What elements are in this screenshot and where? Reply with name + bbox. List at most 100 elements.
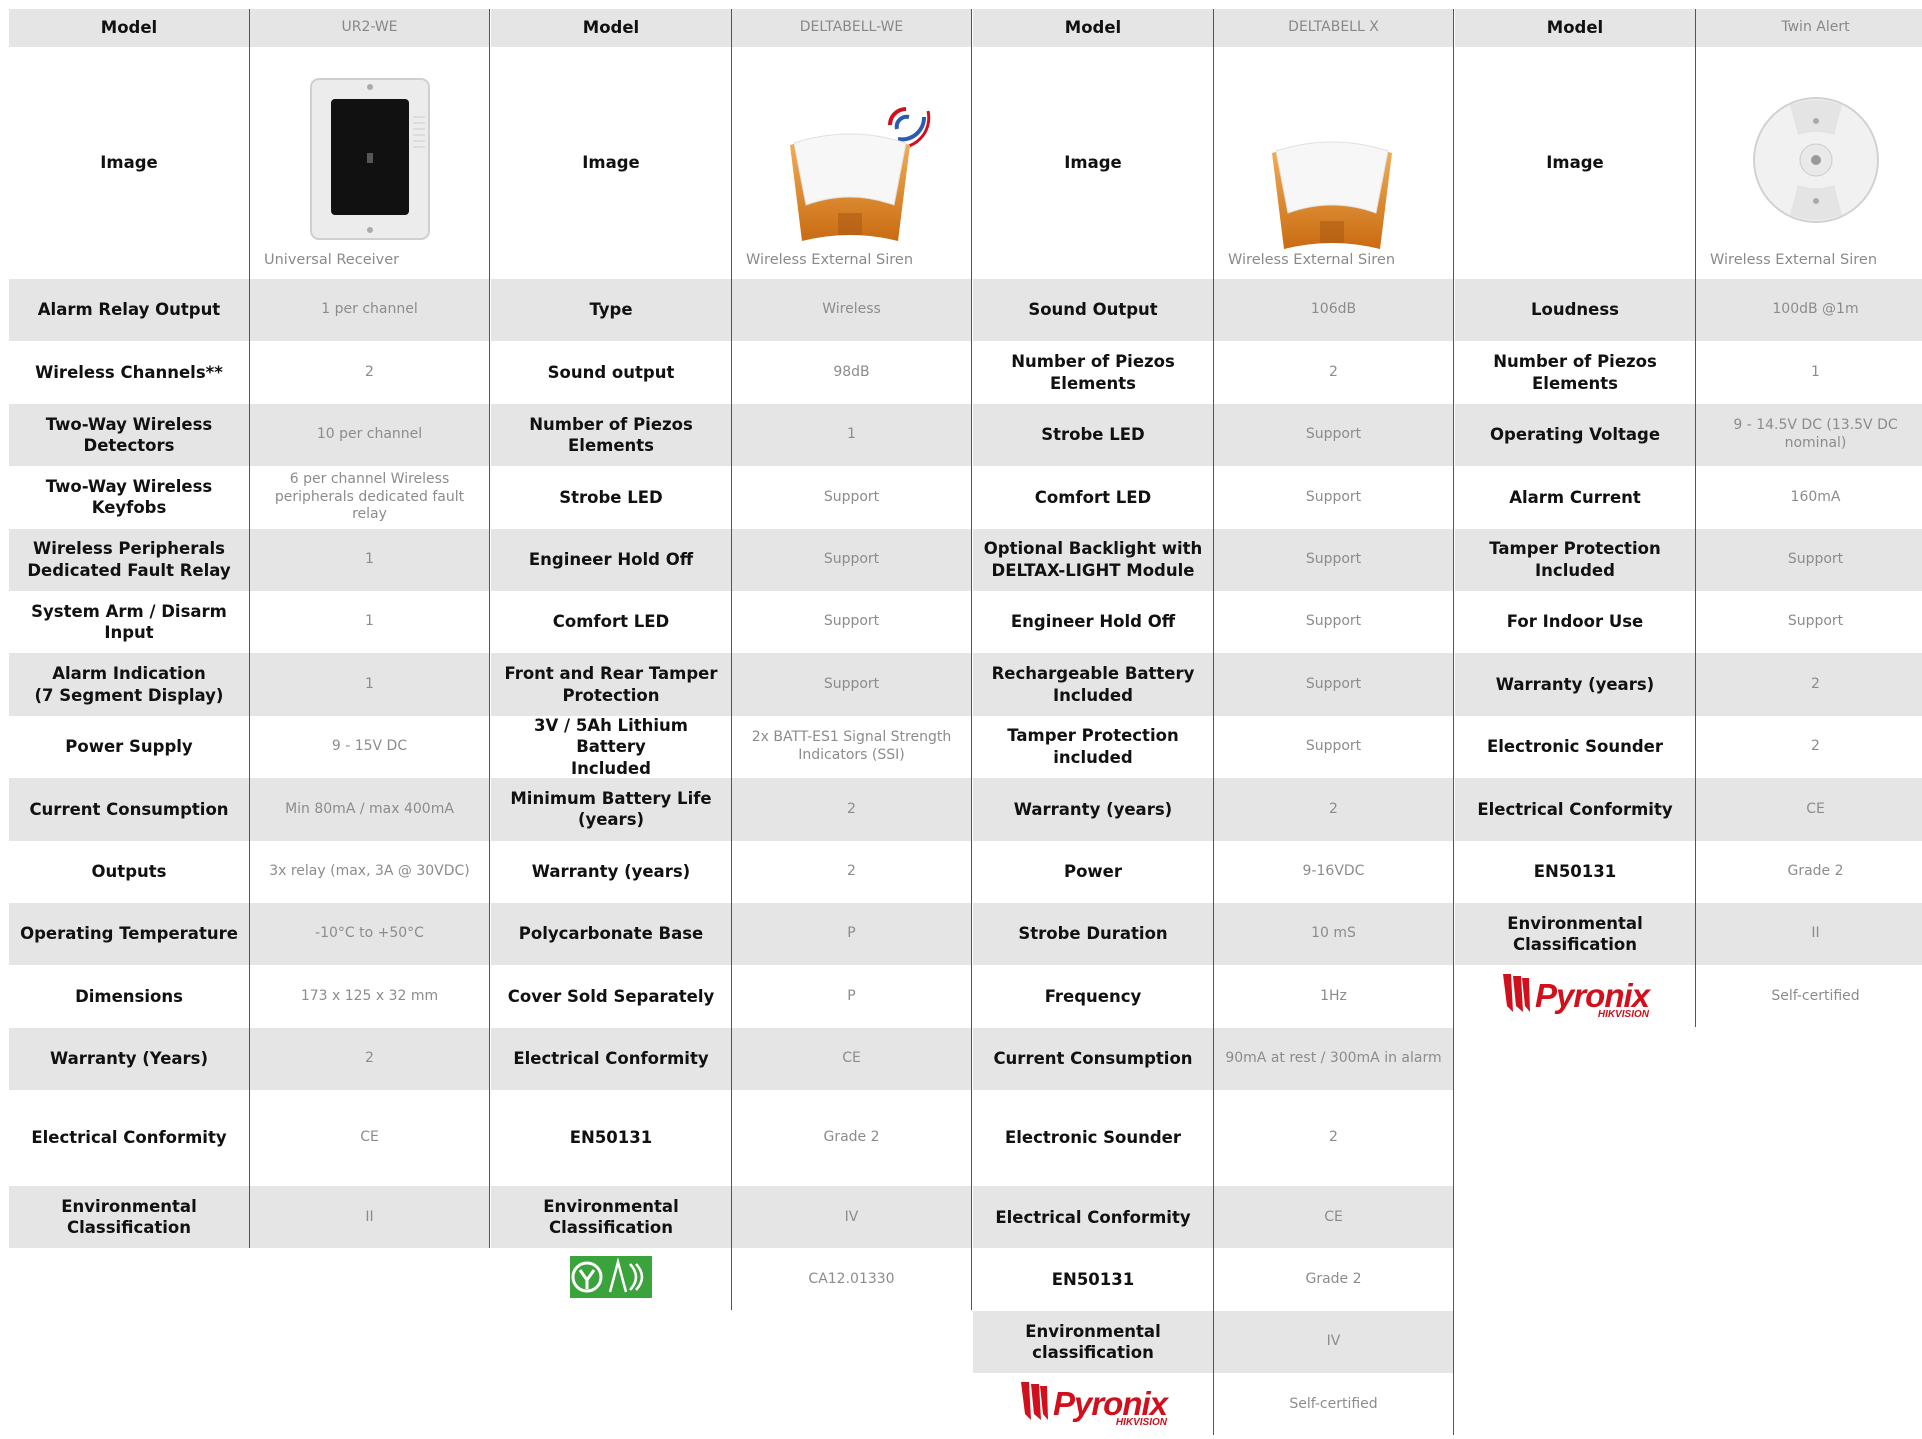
spec-row: Environmental classification IV [973, 1310, 1454, 1374]
receiver-panel-icon [309, 77, 431, 247]
image-label: Image [1455, 47, 1696, 279]
model-row: Model DELTABELL-WE [491, 9, 972, 47]
spec-label: Rechargeable Battery Included [973, 653, 1214, 716]
pyronix-sub: HIKVISION [1597, 1009, 1650, 1021]
spec-value: -10°C to +50°C [250, 902, 490, 966]
pyronix-logo: Pyronix HIKVISION [1019, 1380, 1168, 1428]
spec-label: Warranty (Years) [9, 1027, 250, 1091]
spec-value: Support [732, 653, 972, 716]
spec-value: 2x BATT-ES1 Signal Strength Indicators (S… [732, 715, 972, 779]
spec-value: Min 80mA / max 400mA [250, 778, 490, 841]
spec-row: Pyronix HIKVISION Self-certified [1455, 965, 1922, 1028]
model-name: DELTABELL X [1214, 9, 1454, 47]
pyronix-name: Pyronix [1534, 976, 1650, 1014]
spec-value: P [732, 965, 972, 1028]
spec-label: Electrical Conformity [1455, 778, 1696, 841]
spec-value: 9-16VDC [1214, 840, 1454, 903]
spec-label: Two-Way Wireless Keyfobs [9, 466, 250, 529]
spec-value: CE [1214, 1186, 1454, 1249]
image-caption: Universal Receiver [264, 251, 400, 268]
spec-table-1: Model DELTABELL-WE Image Wireless External … [491, 9, 972, 1311]
spec-label: EN50131 [973, 1248, 1214, 1311]
spec-row: Electronic Sounder 2 [973, 1090, 1454, 1187]
spec-row: Operating Voltage 9 - 14.5V DC (13.5V DC … [1455, 403, 1922, 467]
spec-row: Wireless Channels** 2 [9, 341, 490, 404]
product-image: Wireless External Siren [1696, 47, 1922, 279]
spec-row: 3V / 5Ah Lithium Battery Included 2x BATT-… [491, 715, 972, 779]
spec-value: Grade 2 [732, 1090, 972, 1187]
spec-value: 173 x 125 x 32 mm [250, 965, 490, 1028]
spec-value: 106dB [1214, 279, 1454, 342]
spec-label: Strobe LED [491, 466, 732, 529]
spec-row: EN50131 Grade 2 [491, 1090, 972, 1187]
spec-value: 3x relay (max, 3A @ 30VDC) [250, 840, 490, 903]
spec-value: Support [1696, 529, 1922, 591]
model-label: Model [1455, 9, 1696, 47]
spec-value: Self-certified [1214, 1373, 1454, 1436]
spec-row: Strobe LED Support [973, 403, 1454, 467]
spec-value: Grade 2 [1214, 1248, 1454, 1311]
model-name: UR2-WE [250, 9, 490, 47]
spec-label: Strobe LED [973, 403, 1214, 467]
deltabell-siren-wireless-icon [772, 105, 932, 251]
spec-row: Alarm Indication (7 Segment Display) 1 [9, 653, 490, 716]
spec-row: Strobe Duration 10 mS [973, 902, 1454, 966]
spec-row: Front and Rear Tamper Protection Support [491, 653, 972, 716]
spec-label: Environmental Classification [9, 1186, 250, 1249]
spec-label: Sound Output [973, 279, 1214, 342]
spec-value: CE [250, 1090, 490, 1187]
spec-label: Comfort LED [973, 466, 1214, 529]
spec-row: Type Wireless [491, 279, 972, 342]
spec-row: For Indoor Use Support [1455, 590, 1922, 654]
spec-value: 2 [732, 778, 972, 841]
spec-row: Minimum Battery Life (years) 2 [491, 778, 972, 841]
spec-row: EN50131 Grade 2 [1455, 840, 1922, 903]
spec-label: Electrical Conformity [973, 1186, 1214, 1249]
spec-value: Support [1214, 466, 1454, 529]
spec-label: Strobe Duration [973, 902, 1214, 966]
model-name: DELTABELL-WE [732, 9, 972, 47]
spec-row: Alarm Current 160mA [1455, 466, 1922, 529]
spec-value: CE [1696, 778, 1922, 840]
spec-value: 2 [1214, 1090, 1454, 1187]
spec-label: Front and Rear Tamper Protection [491, 653, 732, 716]
spec-row: Electrical Conformity CE [973, 1186, 1454, 1249]
spec-row: Electrical Conformity CE [491, 1027, 972, 1091]
spec-label: Polycarbonate Base [491, 902, 732, 966]
image-row: Image Wireless External Siren [491, 47, 972, 279]
model-row: Model Twin Alert [1455, 9, 1922, 47]
spec-value: 9 - 15V DC [250, 715, 490, 779]
spec-value: Support [732, 466, 972, 529]
round-sounder-icon [1750, 95, 1882, 231]
spec-row: Power Supply 9 - 15V DC [9, 715, 490, 779]
spec-label: Power [973, 840, 1214, 903]
spec-value: 1 [250, 590, 490, 654]
image-row: Image Universal Receiver [9, 47, 490, 279]
spec-value: 100dB @1m [1696, 279, 1922, 341]
spec-label: Electronic Sounder [1455, 715, 1696, 779]
spec-label: 3V / 5Ah Lithium Battery Included [491, 715, 732, 779]
spec-label: Environmental classification [973, 1310, 1214, 1374]
spec-row: Power 9-16VDC [973, 840, 1454, 903]
spec-label: System Arm / Disarm Input [9, 590, 250, 654]
spec-value: 90mA at rest / 300mA in alarm [1214, 1027, 1454, 1091]
spec-label: Operating Temperature [9, 902, 250, 966]
spec-row: Engineer Hold Off Support [491, 528, 972, 591]
spec-row: Current Consumption 90mA at rest / 300mA … [973, 1027, 1454, 1091]
spec-row: Loudness 100dB @1m [1455, 279, 1922, 342]
spec-label: Tamper Protection Included [1455, 528, 1696, 591]
spec-label: Electrical Conformity [491, 1027, 732, 1091]
spec-label: For Indoor Use [1455, 590, 1696, 654]
spec-label: Alarm Indication (7 Segment Display) [9, 653, 250, 716]
spec-label: Two-Way Wireless Detectors [9, 403, 250, 467]
spec-row: Polycarbonate Base P [491, 902, 972, 966]
spec-value: Support [732, 528, 972, 591]
spec-value: 9 - 14.5V DC (13.5V DC nominal) [1696, 404, 1922, 466]
spec-label: Type [491, 279, 732, 342]
spec-row: Environmental Classification II [1455, 902, 1922, 966]
spec-label: Wireless Channels** [9, 341, 250, 404]
spec-value: CE [732, 1027, 972, 1091]
spec-row: Pyronix HIKVISION Self-certified [973, 1373, 1454, 1436]
spec-value: 1 [250, 653, 490, 716]
spec-row: Warranty (Years) 2 [9, 1027, 490, 1091]
